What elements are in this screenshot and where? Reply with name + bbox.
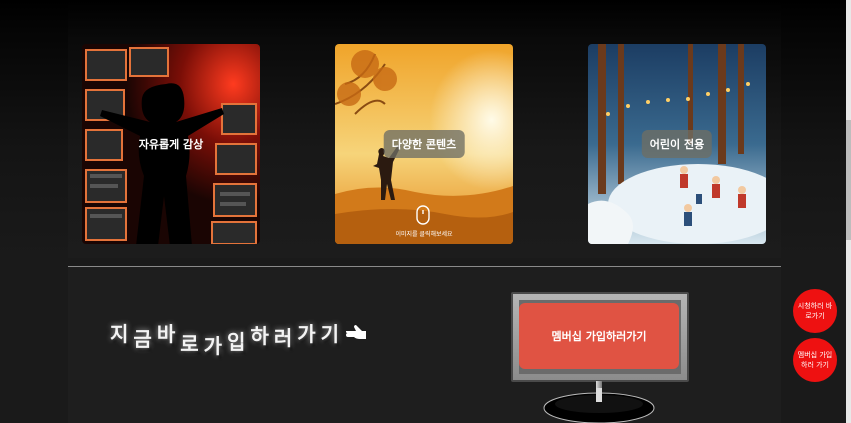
card-label: 어린이 전용: [641, 130, 713, 158]
pointing-hand-icon: [346, 325, 367, 339]
slogan: 지 금 바 로 가 입 하 러 가 기: [110, 318, 368, 358]
scrollbar[interactable]: [846, 0, 851, 423]
slogan-char: 지: [110, 322, 129, 346]
mouse-hint-text: 이미지를 클릭해보세요: [395, 231, 453, 238]
floating-join-label: 멤버십 가입하러 가기: [797, 351, 833, 369]
card-label: 자유롭게 감상: [138, 138, 204, 151]
floating-join-button[interactable]: 멤버십 가입하러 가기: [793, 338, 837, 382]
membership-signup-button[interactable]: 멤버십 가입하러가기: [519, 303, 679, 369]
slogan-char: 하: [250, 324, 269, 348]
monitor-stand: [543, 388, 655, 423]
slogan-char: 러: [273, 326, 293, 350]
scrollbar-thumb[interactable]: [846, 120, 851, 240]
floating-watch-button[interactable]: 시청하러 바로가기: [793, 289, 837, 333]
slogan-char: 금: [133, 327, 152, 351]
card-free-viewing[interactable]: 자유롭게 감상: [82, 44, 260, 244]
card-various-content[interactable]: 다양한 콘텐츠 이미지를 클릭해보세요: [335, 44, 513, 244]
card-kids-only[interactable]: 어린이 전용: [588, 44, 766, 244]
slogan-char: 로: [180, 332, 199, 356]
slogan-char: 입: [227, 330, 246, 354]
slogan-char: 가: [297, 322, 316, 346]
mouse-hint: 이미지를 클릭해보세요: [335, 227, 513, 238]
slogan-char: 기: [320, 322, 340, 346]
card-label: 다양한 콘텐츠: [383, 130, 465, 158]
slogan-char: 가: [203, 334, 223, 358]
floating-watch-label: 시청하러 바로가기: [797, 302, 833, 320]
slogan-char: 바: [156, 322, 176, 346]
